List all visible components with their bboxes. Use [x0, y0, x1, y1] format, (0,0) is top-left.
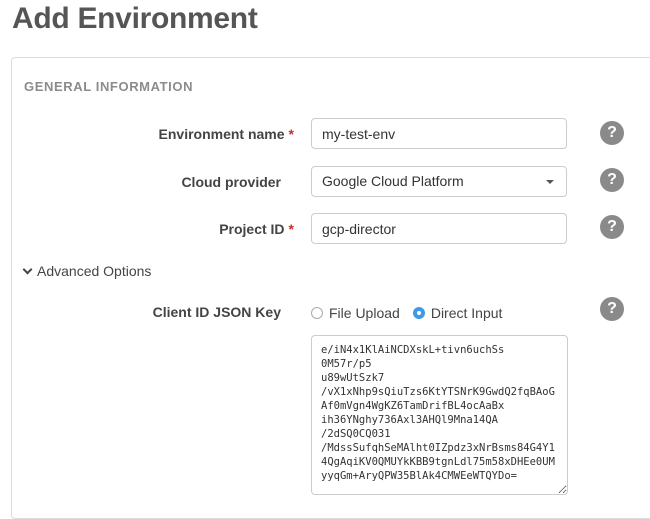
- direct-input-radio[interactable]: [412, 307, 425, 319]
- client-id-json-key-label: Client ID JSON Key: [152, 304, 281, 320]
- required-mark: *: [288, 221, 294, 237]
- project-id-input[interactable]: [311, 213, 567, 244]
- direct-input-label[interactable]: Direct Input: [431, 305, 503, 321]
- required-mark: *: [288, 126, 294, 142]
- advanced-options-label: Advanced Options: [37, 263, 152, 279]
- cloud-provider-select[interactable]: Google Cloud Platform: [311, 166, 567, 197]
- file-upload-radio[interactable]: [311, 307, 323, 319]
- question-circle-icon[interactable]: ?: [600, 121, 624, 145]
- page-title: Add Environment: [12, 2, 258, 35]
- section-title: GENERAL INFORMATION: [24, 79, 194, 94]
- cloud-provider-label: Cloud provider: [181, 174, 281, 190]
- environment-name-label-text: Environment name: [158, 126, 285, 142]
- file-upload-label[interactable]: File Upload: [329, 305, 400, 321]
- client-id-json-key-textarea[interactable]: e/iN4x1KlAiNCDXskL+tivn6uchSs 0M57r/p5 u…: [311, 335, 568, 495]
- question-circle-icon[interactable]: ?: [600, 297, 624, 321]
- project-id-label: Project ID *: [34, 221, 294, 237]
- advanced-options-toggle[interactable]: Advanced Options: [22, 263, 152, 279]
- client-id-json-key-radio-group: File Upload Direct Input: [311, 305, 515, 321]
- question-circle-icon[interactable]: ?: [600, 168, 624, 192]
- question-circle-icon[interactable]: ?: [600, 215, 624, 239]
- environment-name-label: Environment name *: [34, 126, 294, 142]
- chevron-down-icon: [22, 264, 33, 275]
- cloud-provider-value: Google Cloud Platform: [322, 173, 464, 189]
- caret-down-icon: [546, 180, 554, 184]
- environment-name-input[interactable]: [311, 118, 567, 149]
- project-id-label-text: Project ID: [219, 221, 285, 237]
